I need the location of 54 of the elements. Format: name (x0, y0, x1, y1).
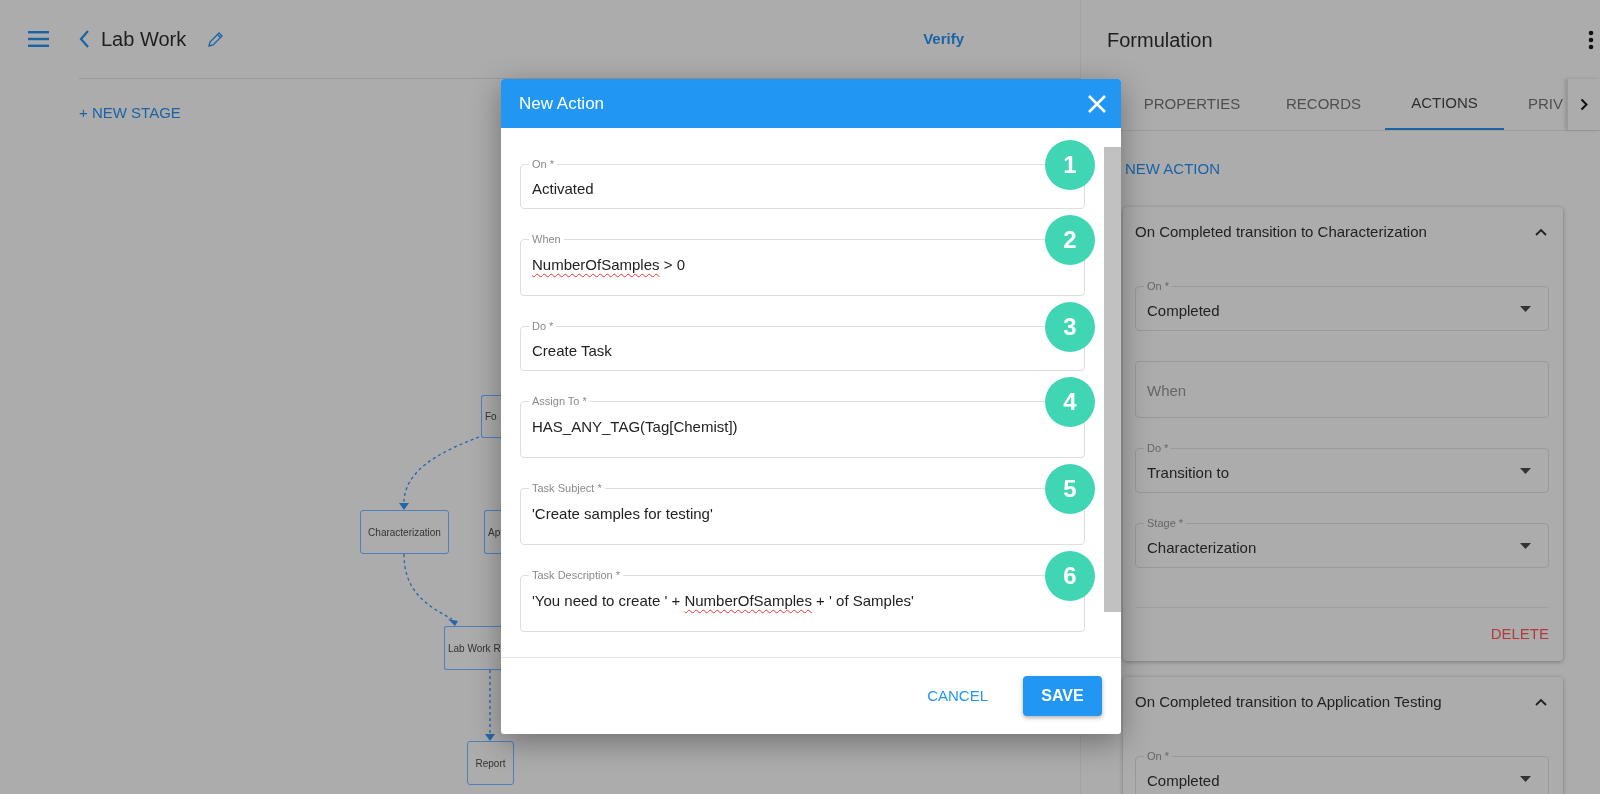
number-badge: 3 (1045, 302, 1095, 352)
dialog-title: New Action (519, 92, 605, 115)
number-badge: 4 (1045, 377, 1095, 427)
save-button[interactable]: SAVE (1023, 676, 1102, 716)
dropdown-arrow-icon (1520, 306, 1531, 312)
more-icon[interactable] (1588, 29, 1594, 50)
number-badge: 2 (1045, 215, 1095, 265)
field-label: Do * (1144, 441, 1172, 455)
field-label: Stage * (1144, 516, 1187, 530)
dropdown-arrow-icon (1520, 468, 1531, 474)
chevron-right-icon (1580, 98, 1588, 111)
number-badge: 1 (1045, 140, 1095, 190)
field-value: Create Task (532, 341, 612, 361)
field-value: Activated (532, 179, 594, 199)
dropdown-arrow-icon (1520, 543, 1531, 549)
field-value: 'You need to create ' + NumberOfSamples + ' of Samples' (532, 591, 914, 611)
tab[interactable]: ACTIONS (1385, 79, 1504, 130)
tab[interactable]: PRIV (1504, 79, 1567, 130)
tab[interactable]: RECORDS (1262, 79, 1385, 130)
field-label: On * (1144, 749, 1172, 763)
close-icon[interactable] (1087, 93, 1107, 114)
number-badge: 5 (1045, 464, 1095, 514)
stage-node[interactable]: Report (467, 741, 514, 785)
cancel-button[interactable]: CANCEL (915, 678, 1000, 714)
tab[interactable]: PROPERTIES (1122, 79, 1262, 130)
field-placeholder: When (1147, 381, 1187, 401)
field-label: Task Subject * (529, 481, 605, 495)
field-label: When (529, 232, 564, 246)
field-label: Do * (529, 319, 557, 333)
panel-title: Formulation (1107, 27, 1213, 53)
field-label: Assign To * (529, 394, 590, 408)
field-value: NumberOfSamples > 0 (532, 255, 685, 275)
card-title: On Completed transition to Application Testing (1135, 691, 1442, 712)
dropdown-arrow-icon (1520, 776, 1531, 782)
field-value: Transition to (1147, 463, 1229, 483)
field-value: Completed (1147, 771, 1220, 791)
page-title: Lab Work (101, 27, 187, 52)
field-value: Completed (1147, 301, 1220, 321)
back-icon[interactable] (79, 30, 90, 48)
field-value: HAS_ANY_TAG(Tag[Chemist]) (532, 417, 738, 437)
stage-node[interactable]: Characterization (360, 510, 449, 554)
menu-icon[interactable] (28, 31, 49, 47)
field-label: On * (529, 157, 557, 171)
card-title: On Completed transition to Characterization (1135, 221, 1427, 242)
field-label: On * (1144, 279, 1172, 293)
collapse-icon[interactable] (1535, 228, 1547, 236)
field-value: Characterization (1147, 538, 1257, 558)
collapse-icon[interactable] (1535, 698, 1547, 706)
scrollbar[interactable] (1104, 147, 1121, 612)
connector-arrow (485, 669, 495, 741)
number-badge: 6 (1045, 551, 1095, 601)
field-value: 'Create samples for testing' (532, 504, 713, 524)
pencil-icon[interactable] (207, 30, 225, 48)
field-label: Task Description * (529, 568, 624, 582)
